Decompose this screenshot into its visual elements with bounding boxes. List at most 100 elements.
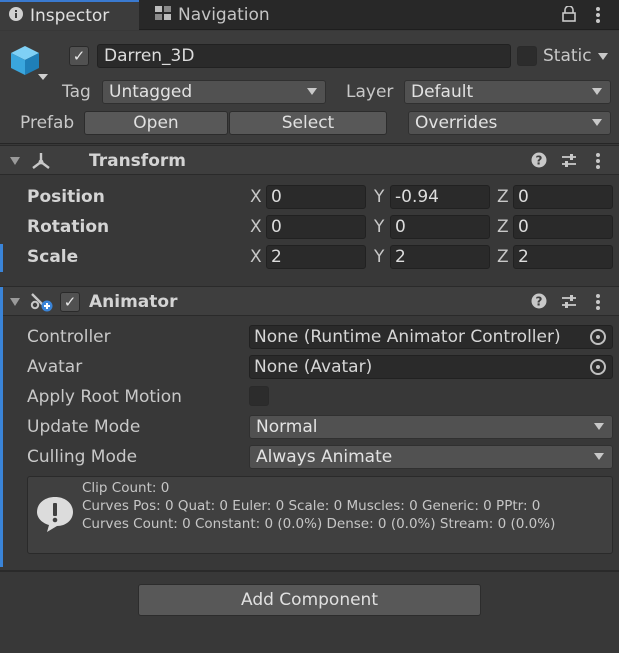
kebab-menu-icon[interactable] <box>595 6 601 29</box>
animator-icon <box>29 291 55 318</box>
kebab-menu-icon[interactable] <box>595 152 601 175</box>
rotation-y-value: 0 <box>395 217 406 237</box>
prefab-overrides-dropdown[interactable]: Overrides <box>408 111 611 135</box>
tag-label: Tag <box>62 82 91 102</box>
modified-indicator <box>0 244 3 272</box>
position-y-input[interactable]: -0.94 <box>390 185 490 209</box>
cube-icon <box>9 44 41 81</box>
rotation-z-input[interactable]: 0 <box>513 215 613 239</box>
info-icon <box>8 6 24 26</box>
tab-navigation[interactable]: Navigation <box>148 0 298 30</box>
tab-inspector-label: Inspector <box>30 6 110 26</box>
position-y-letter[interactable]: Y <box>374 187 384 207</box>
position-label: Position <box>27 187 105 207</box>
kebab-menu-icon[interactable] <box>595 293 601 316</box>
presets-icon[interactable] <box>561 294 577 315</box>
rotation-label: Rotation <box>27 217 110 237</box>
transform-header[interactable]: Transform ? <box>0 145 619 175</box>
update-mode-value: Normal <box>256 417 318 437</box>
scale-z-letter[interactable]: Z <box>497 247 509 267</box>
rotation-x-input[interactable]: 0 <box>266 215 366 239</box>
rotation-z-letter[interactable]: Z <box>497 217 509 237</box>
navigation-icon <box>154 5 172 25</box>
animator-header[interactable]: ✓ Animator ? <box>0 286 619 318</box>
transform-title: Transform <box>89 151 186 171</box>
gameobject-name-input[interactable]: Darren_3D <box>97 44 511 68</box>
position-z-letter[interactable]: Z <box>497 187 509 207</box>
scale-x-letter[interactable]: X <box>250 247 262 267</box>
svg-text:?: ? <box>536 295 543 309</box>
culling-mode-dropdown[interactable]: Always Animate <box>249 445 613 469</box>
presets-icon[interactable] <box>561 153 577 174</box>
avatar-field[interactable]: None (Avatar) <box>249 355 613 379</box>
divider <box>0 570 619 572</box>
modified-indicator <box>0 317 3 567</box>
warning-speech-icon <box>35 495 75 538</box>
rotation-x-letter[interactable]: X <box>250 217 262 237</box>
object-picker-icon[interactable] <box>590 359 606 375</box>
prefab-label: Prefab <box>20 113 75 133</box>
curves-pos-text: Curves Pos: 0 Quat: 0 Euler: 0 Scale: 0 … <box>82 498 541 514</box>
help-icon[interactable]: ? <box>531 152 547 173</box>
add-component-button[interactable]: Add Component <box>138 584 481 616</box>
rotation-y-input[interactable]: 0 <box>390 215 490 239</box>
scale-y-input[interactable]: 2 <box>390 245 490 269</box>
chevron-down-icon <box>592 119 602 126</box>
chevron-down-icon <box>307 88 317 95</box>
culling-mode-label: Culling Mode <box>27 447 138 467</box>
scale-x-input[interactable]: 2 <box>266 245 366 269</box>
animator-title: Animator <box>89 292 178 312</box>
foldout-arrow-icon[interactable] <box>10 298 20 306</box>
lock-icon[interactable] <box>562 5 576 27</box>
chevron-down-icon <box>592 88 602 95</box>
layer-label: Layer <box>346 82 394 102</box>
position-x-letter[interactable]: X <box>250 187 262 207</box>
scale-x-value: 2 <box>271 247 282 267</box>
chevron-down-icon <box>594 423 604 430</box>
prefab-select-button[interactable]: Select <box>229 111 387 135</box>
window-tab-bar: Inspector Navigation <box>0 0 619 30</box>
gameobject-active-checkbox[interactable]: ✓ <box>69 46 89 66</box>
position-y-value: -0.94 <box>395 187 439 207</box>
position-x-value: 0 <box>271 187 282 207</box>
update-mode-label: Update Mode <box>27 417 141 437</box>
position-z-input[interactable]: 0 <box>513 185 613 209</box>
object-picker-icon[interactable] <box>590 329 606 345</box>
rotation-z-value: 0 <box>518 217 529 237</box>
svg-text:?: ? <box>536 154 543 168</box>
curves-count-text: Curves Count: 0 Constant: 0 (0.0%) Dense… <box>82 516 556 532</box>
controller-value: None (Runtime Animator Controller) <box>254 327 561 347</box>
tag-value: Untagged <box>109 82 193 102</box>
controller-label: Controller <box>27 327 111 347</box>
static-checkbox[interactable] <box>517 46 537 66</box>
scale-z-input[interactable]: 2 <box>513 245 613 269</box>
avatar-label: Avatar <box>27 357 83 377</box>
scale-y-letter[interactable]: Y <box>374 247 384 267</box>
tag-dropdown[interactable]: Untagged <box>102 80 326 104</box>
foldout-arrow-icon[interactable] <box>10 157 20 165</box>
help-icon[interactable]: ? <box>531 293 547 314</box>
tab-navigation-label: Navigation <box>178 5 270 25</box>
layer-dropdown[interactable]: Default <box>404 80 611 104</box>
tab-inspector[interactable]: Inspector <box>0 0 139 30</box>
controller-field[interactable]: None (Runtime Animator Controller) <box>249 325 613 349</box>
update-mode-dropdown[interactable]: Normal <box>249 415 613 439</box>
prefab-overrides-label: Overrides <box>415 113 498 133</box>
position-x-input[interactable]: 0 <box>266 185 366 209</box>
apply-root-motion-checkbox[interactable] <box>249 386 269 406</box>
prefab-open-button[interactable]: Open <box>84 111 228 135</box>
scale-z-value: 2 <box>518 247 529 267</box>
clip-count-text: Clip Count: 0 <box>82 480 170 496</box>
rotation-x-value: 0 <box>271 217 282 237</box>
culling-mode-value: Always Animate <box>256 447 393 467</box>
transform-axes-icon <box>30 151 52 176</box>
modified-indicator <box>0 287 3 317</box>
gameobject-name-text: Darren_3D <box>104 46 195 66</box>
animator-enabled-checkbox[interactable]: ✓ <box>60 292 80 312</box>
avatar-value: None (Avatar) <box>254 357 373 377</box>
position-z-value: 0 <box>518 187 529 207</box>
rotation-y-letter[interactable]: Y <box>374 217 384 237</box>
static-dropdown-arrow[interactable] <box>598 53 608 60</box>
icon-dropdown-arrow[interactable] <box>38 74 48 80</box>
apply-root-motion-label: Apply Root Motion <box>27 387 182 407</box>
